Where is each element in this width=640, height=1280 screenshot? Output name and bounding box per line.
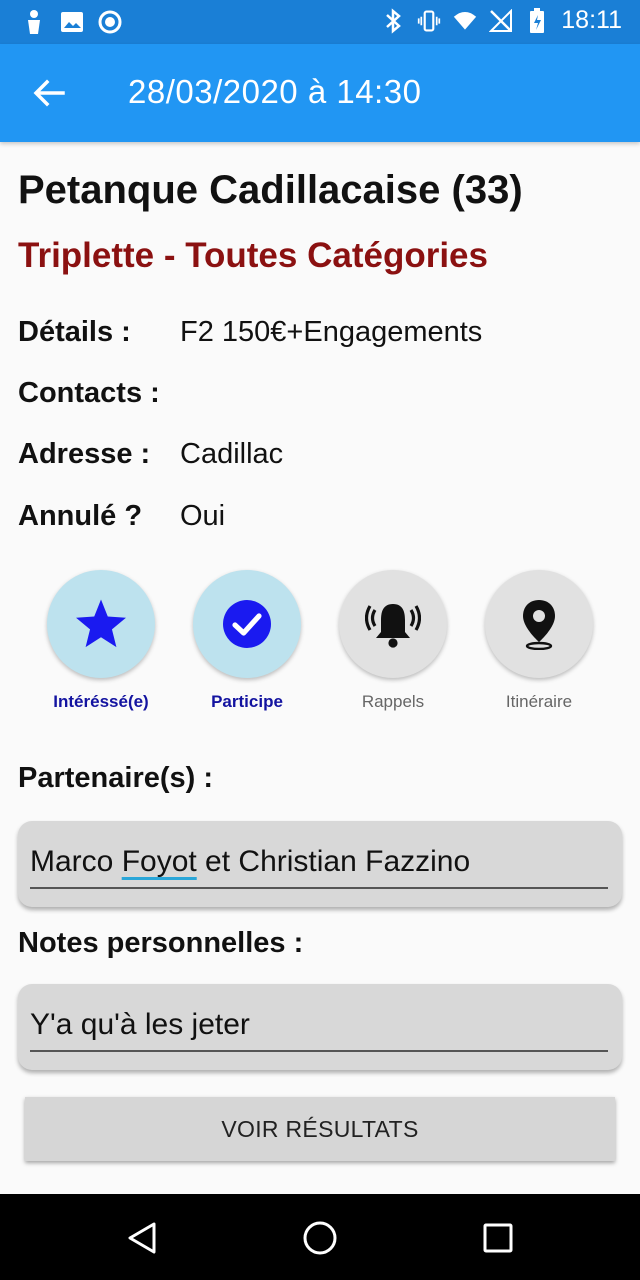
spellcheck-flagged-word: Foyot	[121, 845, 197, 878]
partners-input[interactable]: Marco Foyot et Christian Fazzino	[30, 845, 470, 879]
field-underline	[30, 1050, 608, 1052]
action-label: Participe	[211, 692, 283, 711]
system-nav-bar	[0, 1194, 640, 1280]
status-bar: 18:11	[0, 0, 640, 44]
event-title: Petanque Cadillacaise (33)	[18, 168, 523, 212]
itinerary-button[interactable]: Itinéraire	[466, 570, 612, 712]
event-subtitle: Triplette - Toutes Catégories	[18, 236, 488, 275]
info-label: Annulé ?	[18, 499, 143, 532]
battery-charging-icon	[525, 7, 549, 35]
status-time: 18:11	[561, 6, 622, 34]
participate-button[interactable]: Participe	[174, 570, 320, 712]
location-pin-icon	[523, 600, 555, 650]
info-value: Oui	[180, 499, 226, 532]
bell-ringing-icon	[365, 604, 421, 648]
bluetooth-icon	[381, 7, 405, 35]
partners-field[interactable]: Marco Foyot et Christian Fazzino	[18, 821, 622, 907]
info-value: Cadillac	[180, 437, 284, 470]
action-circle[interactable]	[47, 570, 155, 678]
notes-heading: Notes personnelles :	[18, 927, 304, 959]
partners-heading: Partenaire(s) :	[18, 762, 214, 794]
action-label: Itinéraire	[505, 692, 573, 711]
back-button[interactable]	[24, 70, 74, 116]
record-icon	[98, 8, 122, 36]
image-icon	[60, 8, 84, 36]
action-buttons: Intéréssé(e) Participe Rappels Itinérair…	[0, 570, 640, 720]
star-icon	[76, 599, 126, 648]
info-row-contacts: Contacts :	[18, 373, 618, 413]
home-circle-icon	[303, 1221, 337, 1255]
info-label: Adresse :	[18, 437, 151, 470]
back-triangle-icon	[128, 1222, 156, 1254]
info-label: Détails :	[18, 315, 131, 348]
view-results-button[interactable]: VOIR RÉSULTATS	[25, 1097, 615, 1161]
no-signal-icon	[489, 7, 513, 35]
check-circle-icon	[223, 600, 271, 648]
interested-button[interactable]: Intéréssé(e)	[28, 570, 174, 712]
recents-square-icon	[483, 1223, 513, 1253]
vibrate-icon	[417, 7, 441, 35]
info-row-cancelled: Annulé ? Oui	[18, 496, 618, 536]
reminders-button[interactable]: Rappels	[320, 570, 466, 712]
app-bar: 28/03/2020 à 14:30	[0, 44, 640, 142]
field-underline	[30, 887, 608, 889]
notes-field[interactable]: Y'a qu'à les jeter	[18, 984, 622, 1070]
partners-text: Marco	[30, 845, 122, 878]
notes-input[interactable]: Y'a qu'à les jeter	[30, 1008, 250, 1042]
nav-back-button[interactable]	[118, 1214, 166, 1262]
info-label: Contacts :	[18, 376, 160, 409]
page-title: 28/03/2020 à 14:30	[128, 73, 422, 110]
back-arrow-icon	[33, 79, 65, 107]
action-label: Rappels	[361, 692, 425, 711]
info-value: F2 150€+Engagements	[180, 315, 483, 348]
partners-text: et Christian Fazzino	[196, 845, 471, 878]
action-label: Intéréssé(e)	[53, 692, 149, 711]
action-circle[interactable]	[339, 570, 447, 678]
info-row-address: Adresse : Cadillac	[18, 434, 618, 474]
info-row-details: Détails : F2 150€+Engagements	[18, 312, 618, 352]
notification-icon	[22, 8, 46, 36]
nav-recents-button[interactable]	[474, 1214, 522, 1262]
action-circle[interactable]	[193, 570, 301, 678]
nav-home-button[interactable]	[296, 1214, 344, 1262]
wifi-icon	[453, 7, 477, 35]
event-detail: Petanque Cadillacaise (33) Triplette - T…	[0, 142, 640, 1194]
action-circle[interactable]	[485, 570, 593, 678]
